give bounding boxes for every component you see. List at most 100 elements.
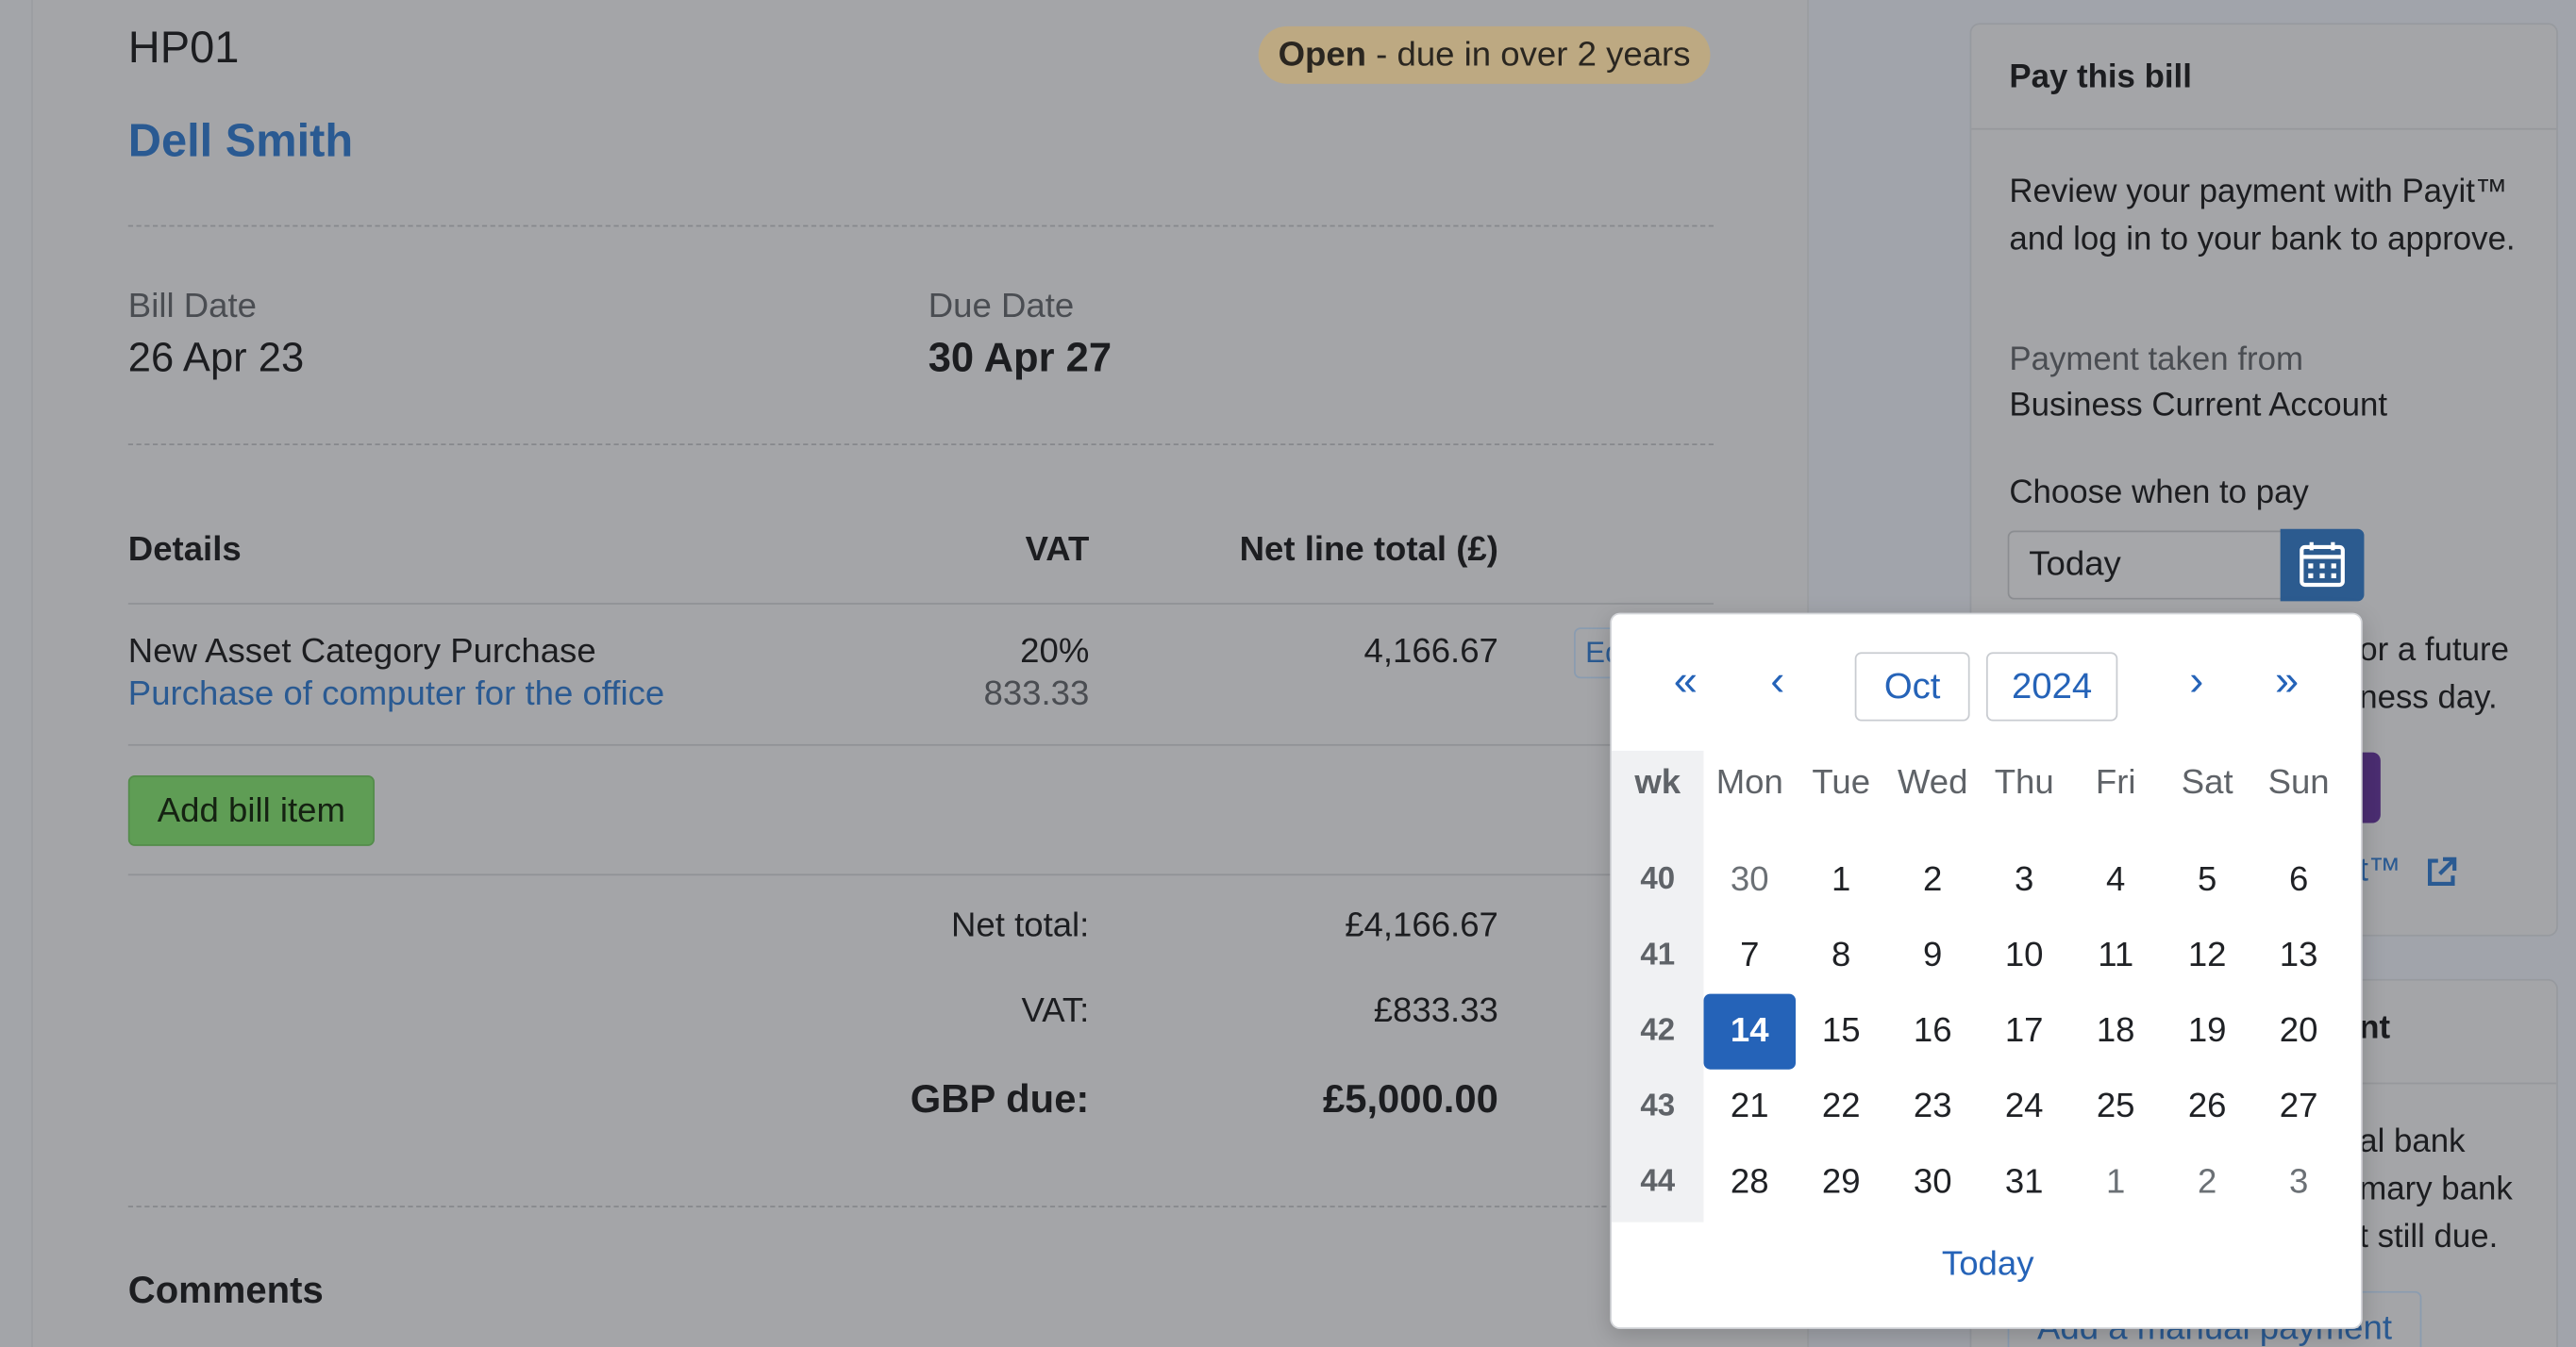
add-bill-item-button[interactable]: Add bill item bbox=[127, 774, 375, 846]
calendar-day[interactable]: 17 bbox=[1978, 994, 2070, 1070]
year-select[interactable]: 2024 bbox=[1985, 652, 2118, 722]
calendar-day[interactable]: 10 bbox=[1978, 918, 2070, 993]
line-item-net: 4,166.67 bbox=[1363, 632, 1498, 671]
calendar-day[interactable]: 25 bbox=[2069, 1070, 2162, 1145]
calendar-day[interactable]: 1 bbox=[2069, 1145, 2162, 1221]
week-number: 43 bbox=[1640, 1089, 1676, 1124]
calendar-day[interactable]: 2 bbox=[2161, 1145, 2253, 1221]
calendar-day[interactable]: 28 bbox=[1704, 1145, 1797, 1221]
datepicker-popover: « ‹ Oct 2024 › » wk Mon Tue Wed Thu Fri Sat Su… bbox=[1610, 612, 2364, 1329]
next-month-button[interactable]: › bbox=[2167, 656, 2227, 707]
weekday-header: Tue bbox=[1812, 763, 1871, 802]
pay-bill-title: Pay this bill bbox=[2009, 58, 2192, 96]
line-item-vat-rate: 20% bbox=[1020, 632, 1090, 671]
amount-due-value: £5,000.00 bbox=[1322, 1077, 1498, 1122]
calendar-day[interactable]: 15 bbox=[1795, 994, 1887, 1070]
month-select[interactable]: Oct bbox=[1854, 652, 1970, 722]
week-header: wk bbox=[1634, 763, 1681, 802]
net-total-value: £4,166.67 bbox=[1345, 906, 1498, 945]
calendar-day[interactable]: 19 bbox=[2161, 994, 2253, 1070]
calendar-day[interactable]: 1 bbox=[1795, 842, 1887, 918]
calendar-day[interactable]: 12 bbox=[2161, 918, 2253, 993]
vat-total-value: £833.33 bbox=[1373, 991, 1498, 1030]
net-total-label: Net total: bbox=[951, 906, 1090, 945]
external-link-icon[interactable] bbox=[2421, 853, 2461, 901]
divider bbox=[127, 1206, 1714, 1208]
due-date-value: 30 Apr 27 bbox=[928, 335, 1112, 382]
line-item-title: New Asset Category Purchase bbox=[127, 632, 596, 671]
calendar-day[interactable]: 23 bbox=[1886, 1070, 1979, 1145]
calendar-button[interactable] bbox=[2280, 528, 2365, 602]
next-year-button[interactable]: » bbox=[2257, 656, 2317, 707]
prev-year-button[interactable]: « bbox=[1656, 656, 1715, 707]
calendar-day[interactable]: 9 bbox=[1886, 918, 1979, 993]
amount-due-label: GBP due: bbox=[910, 1077, 1090, 1122]
calendar-day[interactable]: 30 bbox=[1704, 842, 1797, 918]
calendar-day[interactable]: 30 bbox=[1886, 1145, 1979, 1221]
bill-date-value: 26 Apr 23 bbox=[127, 335, 305, 382]
calendar-day[interactable]: 3 bbox=[1978, 842, 2070, 918]
pay-bill-description: Review your payment with Payit™ and log … bbox=[2009, 174, 2516, 258]
week-number: 41 bbox=[1640, 938, 1676, 973]
week-number: 42 bbox=[1640, 1013, 1676, 1049]
table-divider bbox=[127, 743, 1714, 746]
table-divider bbox=[127, 873, 1714, 876]
calendar-day[interactable]: 7 bbox=[1704, 918, 1797, 993]
status-badge-strong: Open bbox=[1278, 36, 1367, 75]
calendar-day[interactable]: 11 bbox=[2069, 918, 2162, 993]
weekday-header: Wed bbox=[1897, 763, 1968, 802]
calendar-day[interactable]: 5 bbox=[2161, 842, 2253, 918]
bill-reference: HP01 bbox=[127, 23, 240, 73]
calendar-day[interactable]: 26 bbox=[2161, 1070, 2253, 1145]
payment-date-input[interactable]: Today bbox=[2007, 530, 2284, 600]
calendar-day[interactable]: 8 bbox=[1795, 918, 1887, 993]
status-badge: Open - due in over 2 years bbox=[1258, 25, 1711, 84]
column-header-net: Net line total (£) bbox=[1239, 530, 1498, 569]
payment-source-label: Payment taken from bbox=[2009, 341, 2303, 378]
choose-when-label: Choose when to pay bbox=[2009, 474, 2309, 511]
today-button[interactable]: Today bbox=[1612, 1245, 2364, 1285]
weekday-header: Mon bbox=[1715, 763, 1783, 802]
manual-note-fragment: al bank bbox=[2359, 1123, 2466, 1160]
week-number: 40 bbox=[1640, 862, 1676, 897]
calendar-day[interactable]: 2 bbox=[1886, 842, 1979, 918]
calendar-icon bbox=[2300, 541, 2345, 588]
line-item-description: Purchase of computer for the office bbox=[127, 674, 665, 713]
calendar-day[interactable]: 20 bbox=[2252, 994, 2345, 1070]
calendar-day[interactable]: 14 bbox=[1703, 993, 1797, 1070]
payit-link-fragment[interactable]: t™ bbox=[2359, 853, 2401, 890]
calendar-day[interactable]: 6 bbox=[2252, 842, 2345, 918]
week-number-column bbox=[1612, 750, 1704, 1222]
weekday-header: Thu bbox=[1994, 763, 2054, 802]
weekday-header: Fri bbox=[2095, 763, 2136, 802]
pay-note-fragment: ness day. bbox=[2359, 679, 2498, 717]
payment-source-value: Business Current Account bbox=[2009, 387, 2388, 424]
calendar-day[interactable]: 21 bbox=[1704, 1070, 1797, 1145]
calendar-day[interactable]: 27 bbox=[2252, 1070, 2345, 1145]
calendar-day[interactable]: 16 bbox=[1886, 994, 1979, 1070]
calendar-day[interactable]: 22 bbox=[1795, 1070, 1887, 1145]
comments-heading: Comments bbox=[127, 1268, 324, 1311]
divider bbox=[127, 443, 1714, 445]
pay-note-fragment: or a future bbox=[2359, 632, 2509, 669]
calendar-day[interactable]: 3 bbox=[2252, 1145, 2345, 1221]
calendar-day[interactable]: 29 bbox=[1795, 1145, 1887, 1221]
prev-month-button[interactable]: ‹ bbox=[1748, 656, 1808, 707]
calendar-day[interactable]: 24 bbox=[1978, 1070, 2070, 1145]
column-header-vat: VAT bbox=[1025, 530, 1090, 569]
line-item-vat-amount: 833.33 bbox=[983, 674, 1090, 713]
weekday-header: Sat bbox=[2181, 763, 2233, 802]
vat-total-label: VAT: bbox=[1021, 991, 1090, 1030]
calendar-day[interactable]: 31 bbox=[1978, 1145, 2070, 1221]
calendar-day[interactable]: 13 bbox=[2252, 918, 2345, 993]
week-number: 44 bbox=[1640, 1164, 1676, 1200]
calendar-day[interactable]: 4 bbox=[2069, 842, 2162, 918]
column-header-details: Details bbox=[127, 530, 242, 569]
contact-link[interactable]: Dell Smith bbox=[128, 115, 353, 168]
manual-payment-title-fragment: nt bbox=[2359, 1010, 2391, 1047]
calendar-day[interactable]: 18 bbox=[2069, 994, 2162, 1070]
table-divider bbox=[127, 603, 1714, 605]
bill-card bbox=[32, 0, 1808, 1347]
weekday-header: Sun bbox=[2267, 763, 2330, 802]
manual-note-fragment: mary bank bbox=[2359, 1171, 2513, 1208]
